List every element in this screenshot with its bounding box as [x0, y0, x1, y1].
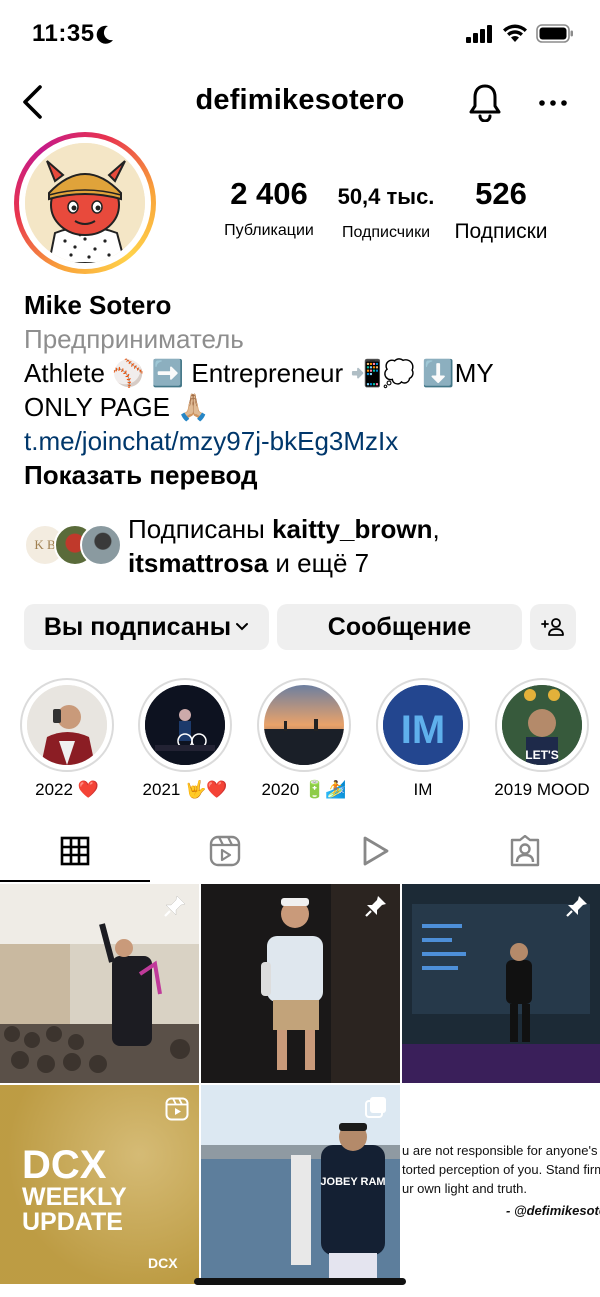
bio-line: Athlete ⚾ ➡️ Entrepreneur 📲💭 ⬇️MY [24, 358, 494, 388]
mutual-followers-text: Подписаны kaitty_brown, itsmattrosa и ещ… [128, 514, 440, 578]
grid-post[interactable]: u are not responsible for anyone's torte… [402, 1085, 600, 1284]
active-tab-indicator [0, 880, 150, 882]
grid-icon [60, 836, 90, 866]
mutual-user-link[interactable]: itsmattrosa [128, 548, 268, 578]
profile-avatar[interactable] [14, 132, 156, 274]
notifications-button[interactable] [466, 82, 504, 123]
mutual-user-link[interactable]: kaitty_brown [272, 514, 432, 544]
following-button[interactable]: Вы подписаны [24, 604, 269, 650]
suggested-users-button[interactable] [530, 604, 576, 650]
post-quote-text: u are not responsible for anyone's torte… [402, 1143, 600, 1196]
signal-icon [466, 24, 492, 43]
grid-post[interactable]: JOBEY RAM [201, 1085, 400, 1284]
mutual-avatar [80, 524, 122, 566]
status-time: 11:35 [32, 20, 95, 47]
reels-badge-icon [165, 1097, 189, 1121]
grid-post[interactable] [0, 884, 199, 1083]
bio-link[interactable]: t.me/joinchat/mzy97j-bkEg3MzIx [24, 424, 584, 458]
bell-icon [469, 84, 501, 123]
stat-label: Публикации [224, 222, 314, 239]
add-person-icon [541, 618, 564, 636]
grid-post[interactable] [201, 884, 400, 1083]
highlight-item[interactable]: LET'S 2019 MOOD [494, 678, 590, 800]
message-button[interactable]: Сообщение [277, 604, 522, 650]
post-overlay-text: DCX WEEKLY UPDATE [22, 1143, 127, 1236]
highlight-cover: IM [383, 685, 463, 765]
bio-line: ONLY PAGE 🙏🏼 [24, 392, 210, 422]
svg-text:LET'S: LET'S [525, 748, 559, 762]
battery-icon [536, 24, 573, 43]
stat-value: 50,4 тыс. [337, 184, 435, 209]
highlight-cover: LET'S [502, 685, 582, 765]
status-bar: 11:35 [0, 0, 600, 70]
pinned-icon [566, 896, 587, 917]
stat-value: 526 [475, 176, 527, 211]
wifi-icon [503, 24, 527, 42]
stat-value: 2 406 [230, 176, 308, 211]
stat-label: Подписки [454, 220, 548, 243]
posts-grid: DCX WEEKLY UPDATE DCX JOBEY RAM u are no… [0, 884, 600, 1297]
display-name: Mike Sotero [24, 290, 172, 320]
status-icons [466, 24, 574, 43]
svg-text:JOBEY RAM: JOBEY RAM [320, 1176, 385, 1188]
highlight-cover [264, 685, 344, 765]
tab-tagged[interactable] [450, 820, 600, 882]
highlight-item[interactable]: 2020 🔋🏄 [257, 678, 351, 800]
svg-text:IM: IM [401, 708, 445, 752]
profile-bio: Mike Sotero Предприниматель Athlete ⚾ ➡️… [24, 288, 584, 492]
more-horizontal-icon [539, 100, 567, 106]
pinned-icon [365, 896, 386, 917]
following-count[interactable]: 526 Подписки [448, 176, 554, 244]
profile-header: defimikesotero [0, 74, 600, 130]
pinned-icon [164, 895, 186, 917]
profile-tabs [0, 820, 600, 882]
tab-videos[interactable] [300, 820, 450, 882]
chevron-down-icon [236, 623, 249, 631]
play-icon [363, 836, 389, 866]
profile-username: defimikesotero [195, 84, 405, 116]
tab-posts-grid[interactable] [0, 820, 150, 882]
highlight-item[interactable]: 2022 ❤️ [20, 678, 114, 800]
mutual-followers[interactable]: K B Подписаны kaitty_brown, itsmattrosa … [24, 512, 584, 582]
highlight-item[interactable]: IM IM [376, 678, 470, 800]
grid-post[interactable]: DCX WEEKLY UPDATE DCX [0, 1085, 199, 1284]
grid-post[interactable] [402, 884, 600, 1083]
highlight-cover [27, 685, 107, 765]
profile-category: Предприниматель [24, 324, 244, 354]
highlight-item[interactable]: 2021 🤟❤️ [138, 678, 232, 800]
tagged-person-icon [510, 835, 540, 867]
avatar-nft-image [25, 143, 145, 263]
followers-count[interactable]: 50,4 тыс. Подписчики [332, 176, 440, 242]
carousel-icon [365, 1097, 386, 1118]
show-translation-link[interactable]: Показать перевод [24, 458, 584, 492]
reels-icon [209, 835, 241, 867]
home-indicator[interactable] [194, 1278, 406, 1285]
highlight-label: 2019 MOOD [494, 780, 590, 799]
moon-icon [96, 25, 113, 44]
more-options-button[interactable] [536, 86, 570, 120]
tab-reels[interactable] [150, 820, 300, 882]
stat-label: Подписчики [341, 224, 430, 241]
highlight-cover [145, 685, 225, 765]
avatar-illustration [25, 143, 145, 263]
posts-count[interactable]: 2 406 Публикации [216, 176, 322, 240]
